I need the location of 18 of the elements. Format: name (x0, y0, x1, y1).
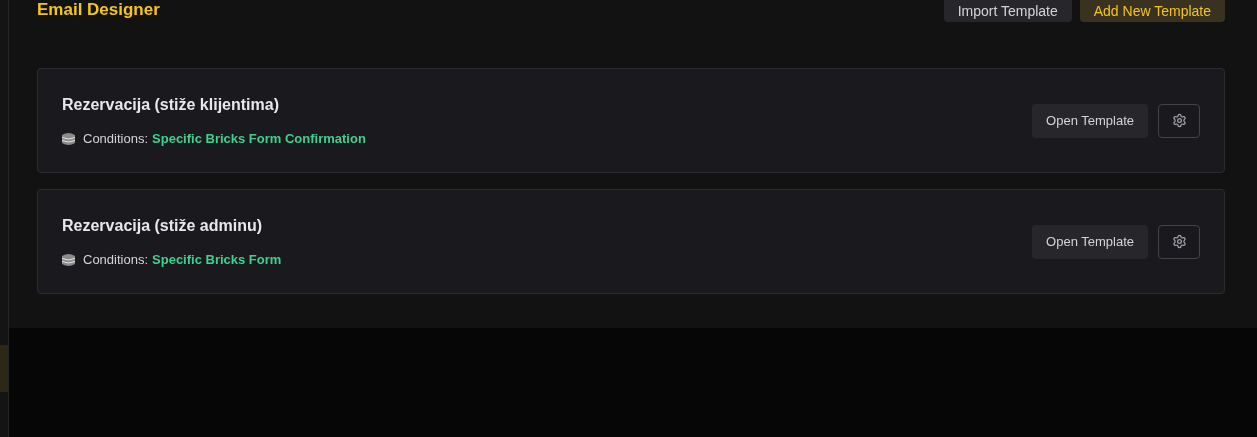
condition-value: Specific Bricks Form Confirmation (152, 129, 366, 148)
database-icon (62, 131, 75, 146)
conditions-label: Conditions: (83, 129, 149, 148)
template-name: Rezervacija (stiže adminu) (62, 215, 264, 236)
settings-icon (1171, 234, 1187, 249)
settings-icon (1171, 113, 1187, 128)
add-template-button[interactable]: Add New Template (1079, 0, 1225, 22)
page-title: Email Designer (37, 0, 160, 20)
settings-button[interactable] (1158, 103, 1200, 138)
import-template-button[interactable]: Import Template (943, 0, 1072, 22)
open-template-button[interactable]: Open Template (1032, 224, 1148, 259)
settings-button[interactable] (1158, 224, 1200, 259)
database-icon (62, 252, 75, 267)
open-template-button[interactable]: Open Template (1032, 103, 1148, 138)
template-name: Rezervacija (stiže klijentima) (62, 94, 280, 115)
conditions-label: Conditions: (83, 250, 149, 269)
sidebar-highlight (0, 345, 8, 392)
condition-value: Specific Bricks Form (152, 250, 282, 269)
